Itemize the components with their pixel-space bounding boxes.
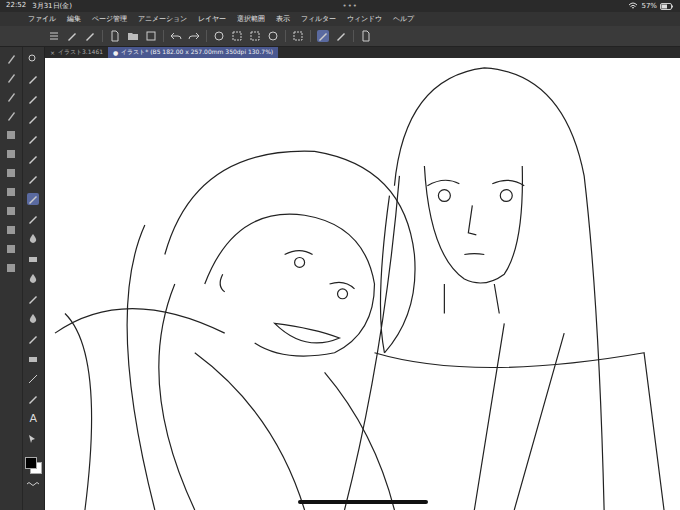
pen-icon[interactable]: [335, 30, 347, 42]
text-tool-button[interactable]: A: [29, 413, 37, 425]
hand-icon[interactable]: [27, 73, 39, 85]
color-swatches[interactable]: [25, 457, 41, 473]
toolbar-separator: [102, 30, 103, 42]
command-bar: [0, 26, 680, 47]
tool-column: A: [22, 47, 45, 510]
menu-item[interactable]: 表示: [276, 14, 290, 24]
operation-icon[interactable]: [27, 433, 39, 445]
brush-icon[interactable]: [5, 91, 17, 103]
square-icon[interactable]: [231, 30, 243, 42]
pen-icon[interactable]: [66, 30, 78, 42]
menu-item[interactable]: ウィンドウ: [347, 14, 382, 24]
doc-icon[interactable]: [109, 30, 121, 42]
pen-icon[interactable]: [27, 193, 39, 205]
menu-item[interactable]: ファイル: [28, 14, 56, 24]
redo-icon[interactable]: [188, 30, 200, 42]
lasso-icon[interactable]: [27, 393, 39, 405]
status-time: 22:52: [6, 1, 26, 11]
tab-mark[interactable]: ●: [113, 49, 118, 56]
menu-icon[interactable]: [48, 30, 60, 42]
document-tab[interactable]: ●イラスト* (B5 182.00 x 257.00mm 350dpi 130.…: [108, 47, 278, 58]
fill-icon[interactable]: [27, 313, 39, 325]
status-date: 3月31日(金): [32, 1, 72, 11]
menu-bar: ファイル 編集 ページ管理 アニメーション レイヤー 選択範囲 表示 フィルター ウィンドウ ヘル…: [0, 12, 680, 26]
grad-icon[interactable]: [27, 353, 39, 365]
wand-icon[interactable]: [27, 133, 39, 145]
dots-icon[interactable]: [27, 173, 39, 185]
bucket-icon[interactable]: [27, 333, 39, 345]
circle-icon[interactable]: [267, 30, 279, 42]
square-icon[interactable]: [292, 30, 304, 42]
battery-icon: [660, 3, 674, 10]
move-icon[interactable]: [27, 93, 39, 105]
sub-tool-column: [0, 47, 22, 510]
eraser-icon[interactable]: [27, 253, 39, 265]
square-icon[interactable]: [5, 186, 17, 198]
toolbar-separator: [206, 30, 207, 42]
square-icon[interactable]: [5, 205, 17, 217]
pen-icon[interactable]: [27, 153, 39, 165]
zoom-icon[interactable]: [27, 53, 39, 65]
brush-icon[interactable]: [5, 110, 17, 122]
square-icon[interactable]: [5, 167, 17, 179]
menu-item[interactable]: アニメーション: [138, 14, 187, 24]
canvas[interactable]: [45, 58, 680, 510]
menu-item[interactable]: ヘルプ: [393, 14, 414, 24]
folder-icon[interactable]: [127, 30, 139, 42]
wifi-icon: [628, 2, 638, 10]
multitask-dots[interactable]: •••: [343, 2, 358, 10]
square-icon[interactable]: [5, 224, 17, 236]
circle-icon[interactable]: [213, 30, 225, 42]
blend-icon[interactable]: [27, 293, 39, 305]
brush-icon[interactable]: [27, 213, 39, 225]
brush-icon[interactable]: [5, 72, 17, 84]
menu-item[interactable]: フィルター: [301, 14, 336, 24]
app-window: 22:52 3月31日(金) ••• 57% ファイル 編集 ページ管理 アニメーション レイヤ…: [0, 0, 680, 510]
status-bar: 22:52 3月31日(金) ••• 57%: [0, 0, 680, 12]
pen-icon[interactable]: [84, 30, 96, 42]
lasso-icon[interactable]: [27, 113, 39, 125]
square-icon[interactable]: [5, 129, 17, 141]
tab-label: イラスト3.1461: [58, 48, 103, 57]
menu-item[interactable]: ページ管理: [92, 14, 127, 24]
brush-icon[interactable]: [5, 53, 17, 65]
doc-icon[interactable]: [360, 30, 372, 42]
battery-percent: 57%: [641, 2, 657, 10]
drop-icon[interactable]: [27, 233, 39, 245]
line-icon[interactable]: [27, 373, 39, 385]
document-tab[interactable]: ×イラスト3.1461: [45, 47, 108, 58]
square-icon[interactable]: [5, 148, 17, 160]
tab-label: イラスト* (B5 182.00 x 257.00mm 350dpi 130.7…: [121, 48, 273, 57]
tool-panel: A: [0, 47, 45, 510]
square-icon[interactable]: [249, 30, 261, 42]
undo-icon[interactable]: [170, 30, 182, 42]
document-tab-bar: ×イラスト3.1461●イラスト* (B5 182.00 x 257.00mm …: [45, 47, 680, 58]
toolbar-separator: [163, 30, 164, 42]
transparent-color-icon[interactable]: [26, 481, 40, 487]
toolbar-separator: [353, 30, 354, 42]
square-icon[interactable]: [5, 262, 17, 274]
toolbar-separator: [285, 30, 286, 42]
main-color-swatch[interactable]: [25, 457, 37, 469]
toolbar-separator: [310, 30, 311, 42]
home-indicator[interactable]: [298, 500, 428, 504]
square-icon[interactable]: [5, 243, 17, 255]
menu-item[interactable]: 編集: [67, 14, 81, 24]
menu-item[interactable]: レイヤー: [198, 14, 226, 24]
sketch-artwork[interactable]: [45, 58, 680, 510]
pen-icon[interactable]: [317, 30, 329, 42]
tab-mark[interactable]: ×: [50, 49, 55, 56]
save-icon[interactable]: [145, 30, 157, 42]
drop-icon[interactable]: [27, 273, 39, 285]
menu-item[interactable]: 選択範囲: [237, 14, 265, 24]
